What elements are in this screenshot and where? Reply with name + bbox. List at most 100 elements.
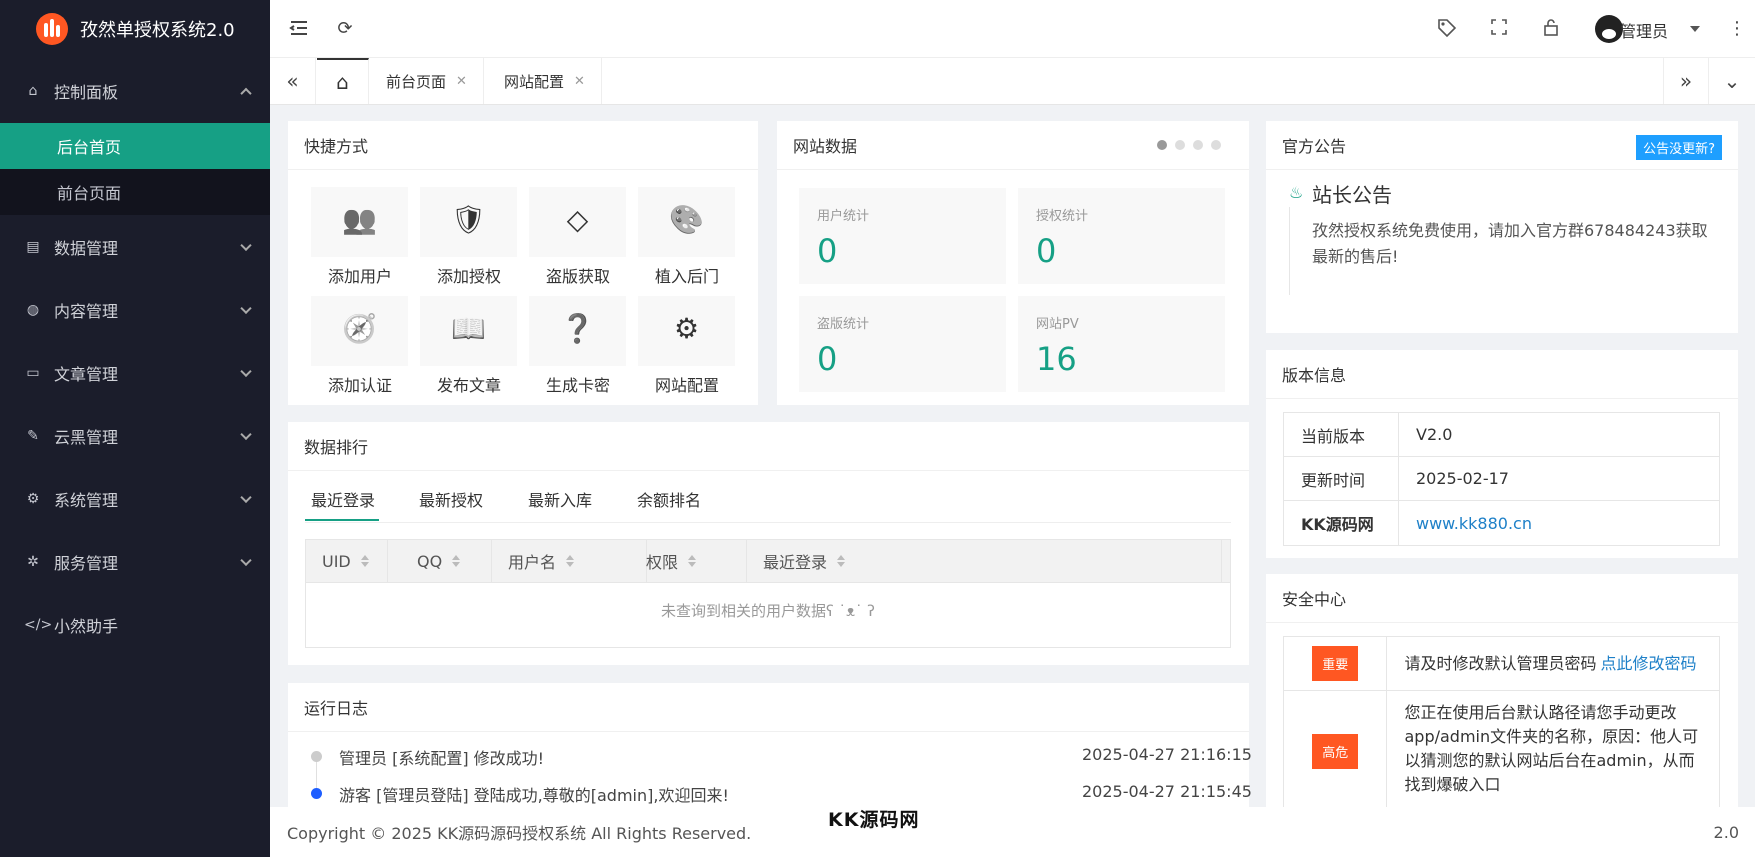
shortcut-label[interactable]: 盗版获取	[523, 263, 633, 287]
sort-icon[interactable]	[688, 551, 697, 571]
column-header-permission[interactable]: 权限	[646, 540, 697, 582]
sort-icon[interactable]	[837, 551, 846, 571]
logo[interactable]: 孜然单授权系统2.0	[0, 0, 270, 58]
footer: Copyright © 2025 KK源码源码授权系统 All Rights R…	[270, 807, 1755, 857]
sidebar-item-service[interactable]: ✲ 服务管理	[0, 530, 270, 593]
sort-icon[interactable]	[360, 551, 369, 571]
table-row: 更新时间 2025-02-17	[1284, 457, 1719, 501]
column-label: QQ	[417, 551, 443, 571]
column-label: 用户名	[508, 553, 557, 572]
tab-bar: « ⌂ 前台页面 ✕ 网站配置 ✕ » ⌄	[270, 58, 1755, 105]
notice-update-button[interactable]: 公告没更新?	[1636, 135, 1722, 160]
sidebar-item-label: 文章管理	[54, 364, 119, 384]
caret-down-icon[interactable]	[1690, 26, 1700, 37]
open-book-icon: 📖	[451, 312, 486, 345]
sidebar-item-data[interactable]: ▤ 数据管理	[0, 215, 270, 278]
tab-recent-login[interactable]: 最近登录	[311, 487, 375, 511]
change-password-link[interactable]: 点此修改密码	[1601, 652, 1697, 676]
chevron-down-icon	[240, 302, 252, 314]
security-text: 您正在使用后台默认路径请您手动更改app/admin文件夹的名称，原因：他人可以…	[1404, 703, 1699, 794]
code-icon: </>	[24, 616, 53, 633]
stat-value: 0	[1036, 232, 1057, 270]
tabs-dropdown-icon[interactable]: ⌄	[1709, 58, 1755, 104]
tag-icon[interactable]	[1436, 18, 1458, 40]
sort-icon[interactable]	[452, 551, 461, 571]
shortcut-label[interactable]: 植入后门	[632, 263, 742, 287]
copyright-text: Copyright © 2025 KK源码源码授权系统 All Rights R…	[287, 824, 752, 843]
tabs-scroll-right-icon[interactable]: »	[1663, 58, 1709, 104]
close-icon[interactable]: ✕	[456, 74, 467, 89]
column-header-qq[interactable]: QQ	[417, 540, 461, 582]
avatar[interactable]	[1595, 15, 1623, 43]
shortcut-label[interactable]: 发布文章	[414, 372, 524, 396]
gear-icon: ⚙	[673, 312, 700, 345]
column-label: 最近登录	[763, 553, 828, 572]
refresh-icon[interactable]: ⟳	[334, 18, 356, 40]
shortcut-shield-check-tile[interactable]: 🛡	[420, 187, 517, 257]
table-row: 重要 请及时修改默认管理员密码 点此修改密码	[1284, 637, 1719, 691]
users-icon: 👥	[342, 203, 377, 236]
sidebar-item-articles[interactable]: ▭ 文章管理	[0, 341, 270, 404]
notice-heading: 站长公告	[1312, 183, 1392, 207]
tab-label: 网站配置	[504, 72, 565, 91]
top-header: ⟳ 管理员 ⋮	[270, 0, 1755, 58]
tabs-scroll-left-icon[interactable]: «	[270, 58, 316, 104]
carousel-dot[interactable]	[1175, 140, 1185, 150]
compass-icon: 🧭	[342, 312, 377, 345]
stat-piracy-count: 盗版统计 0	[799, 296, 1006, 392]
tab-home[interactable]: ⌂	[317, 58, 369, 104]
security-table: 重要 请及时修改默认管理员密码 点此修改密码 高危 您正在使用后台默认路径请您手…	[1283, 636, 1720, 812]
sidebar-item-dashboard[interactable]: ⌂ 控制面板	[0, 58, 270, 123]
tab-balance-rank[interactable]: 余额排名	[637, 487, 701, 511]
carousel-dot[interactable]	[1157, 140, 1167, 150]
column-header-username[interactable]: 用户名	[508, 540, 575, 582]
sidebar-item-system[interactable]: ⚙ 系统管理	[0, 467, 270, 530]
column-header-last-login[interactable]: 最近登录	[763, 540, 846, 582]
user-name[interactable]: 管理员	[1620, 18, 1668, 42]
shortcut-palette-tile[interactable]: 🎨	[638, 187, 735, 257]
log-entry-text: 游客 [管理员登陆] 登陆成功,尊敬的[admin],欢迎回来!	[339, 786, 729, 805]
tab-frontend[interactable]: 前台页面 ✕	[370, 58, 484, 104]
shortcut-question-edit-tile[interactable]: ❓	[529, 296, 626, 366]
shortcut-open-book-tile[interactable]: 📖	[420, 296, 517, 366]
table-row: 当前版本 V2.0	[1284, 413, 1719, 457]
footer-version: 2.0	[1713, 822, 1739, 842]
more-vertical-icon[interactable]: ⋮	[1726, 18, 1748, 40]
carousel-dot[interactable]	[1211, 140, 1221, 150]
carousel-dot[interactable]	[1193, 140, 1203, 150]
column-label: 权限	[646, 553, 679, 572]
chevron-up-icon	[240, 87, 252, 99]
shortcut-label[interactable]: 添加认证	[305, 372, 415, 396]
shortcut-gear-tile[interactable]: ⚙	[638, 296, 735, 366]
flame-icon: ♨	[1289, 183, 1304, 202]
watermark-text: KK源码网	[828, 809, 920, 831]
sidebar-sub-item-admin-home[interactable]: 后台首页	[0, 123, 270, 169]
lock-icon[interactable]	[1540, 18, 1562, 40]
column-header-uid[interactable]: UID	[322, 540, 369, 582]
sort-icon[interactable]	[566, 551, 575, 571]
fullscreen-icon[interactable]	[1488, 18, 1510, 40]
shortcut-label[interactable]: 添加授权	[414, 263, 524, 287]
shortcut-users-tile[interactable]: 👥	[311, 187, 408, 257]
tab-latest-license[interactable]: 最新授权	[419, 487, 483, 511]
active-tab-indicator	[305, 519, 379, 521]
globe-icon: ◍	[26, 301, 40, 318]
sidebar-item-blacklist[interactable]: ✎ 云黑管理	[0, 404, 270, 467]
sidebar-item-assistant[interactable]: </> 小然助手	[0, 593, 270, 656]
app-root: 孜然单授权系统2.0 ⌂ 控制面板 后台首页 前台页面 ▤ 数据管理 ◍ 内容管…	[0, 0, 1755, 857]
chevron-down-icon	[240, 554, 252, 566]
shortcut-compass-tile[interactable]: 🧭	[311, 296, 408, 366]
menu-collapse-icon[interactable]	[288, 18, 310, 40]
shortcut-label[interactable]: 网站配置	[632, 372, 742, 396]
tab-latest-import[interactable]: 最新入库	[528, 487, 592, 511]
tab-site-config[interactable]: 网站配置 ✕	[488, 58, 602, 104]
shortcut-label[interactable]: 添加用户	[305, 263, 415, 287]
close-icon[interactable]: ✕	[574, 74, 585, 89]
timeline-line	[1289, 207, 1290, 295]
sidebar: 孜然单授权系统2.0 ⌂ 控制面板 后台首页 前台页面 ▤ 数据管理 ◍ 内容管…	[0, 0, 270, 857]
shortcut-diamond-tile[interactable]: ◇	[529, 187, 626, 257]
sidebar-item-content[interactable]: ◍ 内容管理	[0, 278, 270, 341]
shortcut-label[interactable]: 生成卡密	[523, 372, 633, 396]
sidebar-sub-item-frontend[interactable]: 前台页面	[0, 169, 270, 215]
site-link[interactable]: www.kk880.cn	[1399, 514, 1532, 533]
